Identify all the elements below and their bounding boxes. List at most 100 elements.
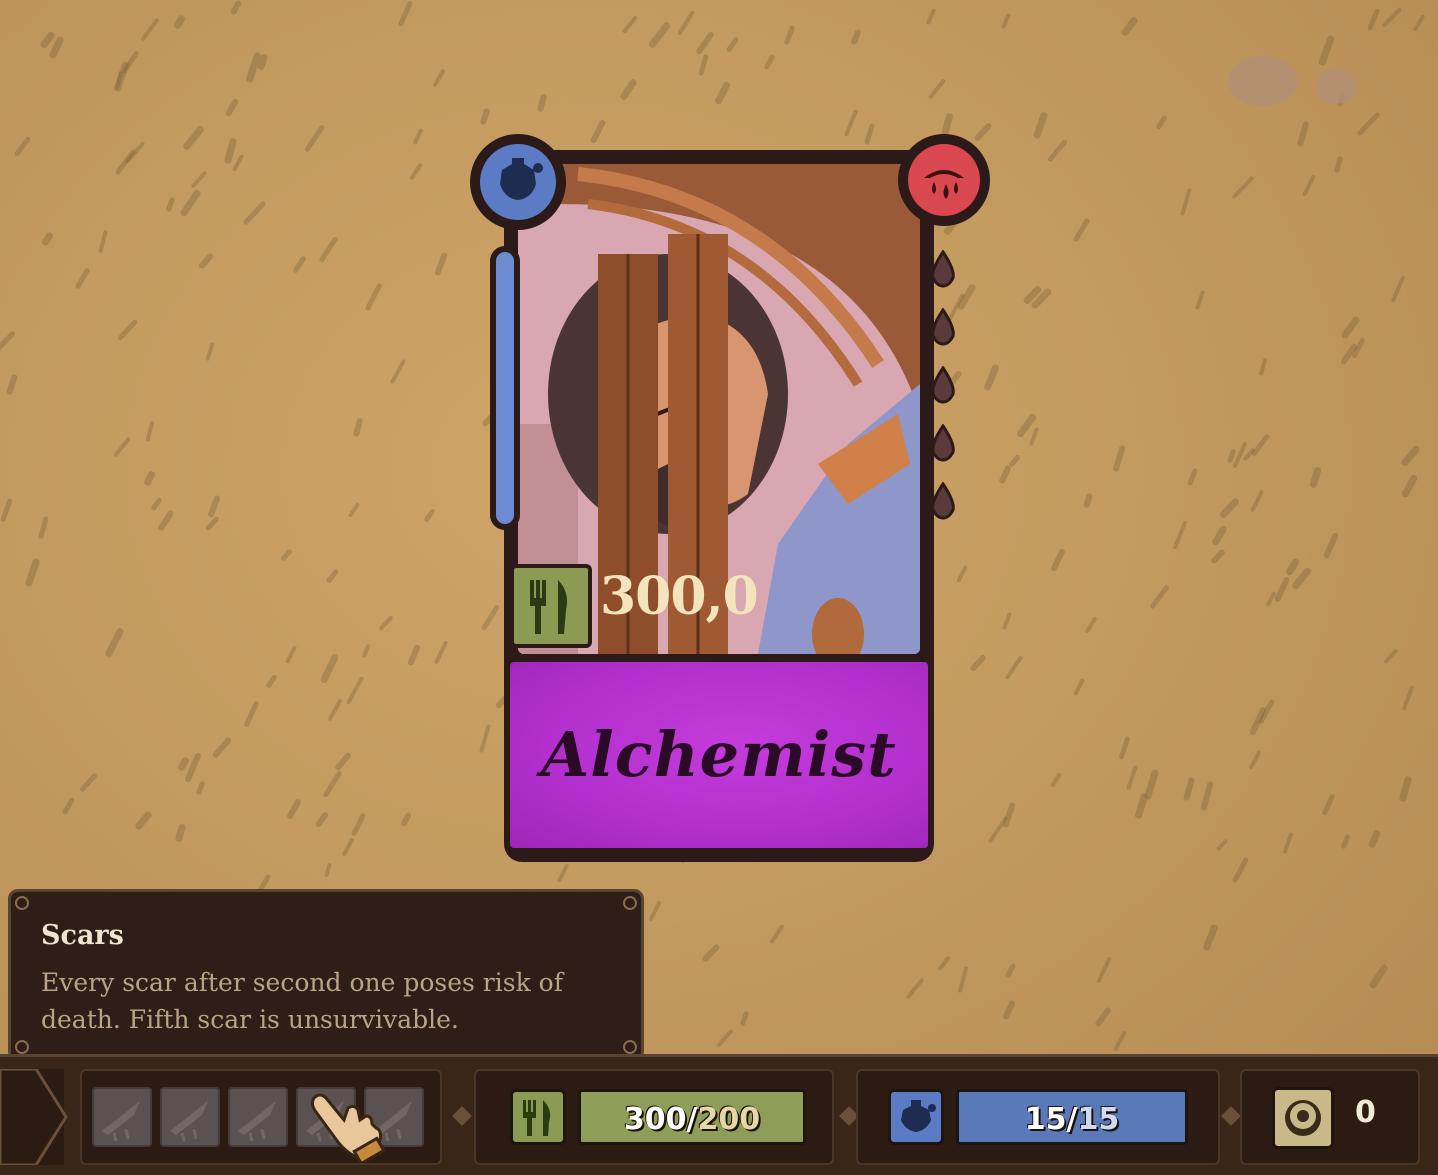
grass-stroke — [24, 557, 41, 588]
grass-stroke — [1004, 962, 1017, 979]
grass-stroke — [40, 231, 55, 247]
tooltip-corner — [15, 896, 29, 910]
scar-slot[interactable] — [228, 1087, 288, 1147]
tooltip-corner — [623, 896, 637, 910]
grass-stroke — [1194, 289, 1206, 311]
grass-stroke — [1284, 557, 1301, 577]
grass-stroke — [1113, 1030, 1127, 1052]
grass-stroke — [292, 255, 307, 274]
grass-stroke — [113, 60, 130, 93]
menu-toggle-button[interactable] — [0, 1067, 68, 1167]
grass-stroke — [322, 769, 343, 799]
grass-stroke — [1273, 575, 1291, 604]
grass-stroke — [1032, 111, 1049, 140]
grass-stroke — [243, 700, 260, 728]
grass-stroke — [1383, 648, 1399, 664]
grass-stroke — [1322, 531, 1340, 560]
grass-stroke — [1126, 764, 1138, 791]
grass-stroke — [74, 267, 91, 290]
rock — [1316, 68, 1356, 104]
grass-stroke — [1094, 1006, 1112, 1028]
blood-drop-slot — [931, 424, 955, 462]
grass-stroke — [1155, 114, 1168, 131]
grass-stroke — [863, 122, 876, 146]
grass-stroke — [769, 923, 785, 945]
grass-stroke — [1215, 838, 1229, 852]
grass-stroke — [1321, 793, 1336, 816]
grass-stroke — [1112, 444, 1126, 473]
health-flask-icon — [901, 1100, 936, 1132]
card-name: Alchemist — [541, 718, 897, 791]
grass-stroke — [725, 36, 740, 53]
grass-stroke — [1218, 496, 1241, 520]
grass-stroke — [284, 645, 298, 664]
grass-stroke — [589, 119, 607, 144]
grass-stroke — [195, 780, 206, 796]
grass-stroke — [174, 823, 187, 843]
coin-icon — [1285, 1100, 1321, 1136]
grass-stroke — [204, 515, 221, 532]
scar-slot[interactable] — [160, 1087, 220, 1147]
grass-stroke — [1143, 768, 1160, 801]
grass-stroke — [184, 752, 202, 783]
grass-stroke — [327, 698, 343, 722]
grass-stroke — [1400, 473, 1419, 499]
grass-stroke — [423, 507, 436, 524]
grass-stroke — [150, 496, 163, 512]
grass-stroke — [1366, 7, 1381, 32]
tooltip-corner — [15, 1040, 29, 1054]
grass-stroke — [98, 229, 108, 254]
grass-stroke — [713, 80, 732, 106]
grass-stroke — [1186, 467, 1199, 487]
health-icon-box — [888, 1089, 944, 1145]
grass-stroke — [397, 0, 414, 27]
grass-stroke — [361, 643, 371, 659]
tooltip-title: Scars — [41, 920, 124, 951]
grass-stroke — [333, 751, 353, 772]
grass-stroke — [928, 78, 946, 100]
grass-stroke — [224, 97, 240, 118]
grass-stroke — [0, 497, 13, 523]
health-bar-bottom: 15/15 — [956, 1089, 1188, 1145]
grass-stroke — [134, 810, 153, 831]
grass-stroke — [1368, 963, 1389, 990]
scar-slot[interactable] — [92, 1087, 152, 1147]
grass-stroke — [1182, 776, 1196, 802]
grass-stroke — [1398, 775, 1413, 803]
grass-stroke — [536, 93, 548, 113]
grass-stroke — [389, 358, 407, 385]
grass-stroke — [352, 417, 364, 438]
grass-stroke — [1309, 466, 1322, 489]
grass-stroke — [1317, 34, 1336, 67]
grass-stroke — [1390, 275, 1406, 303]
grass-stroke — [104, 627, 125, 658]
grass-stroke — [1258, 357, 1268, 377]
unit-card[interactable]: 300,0 Alchemist — [470, 134, 990, 862]
grass-stroke — [1082, 492, 1094, 509]
grass-stroke — [1367, 829, 1382, 849]
scar-icon — [238, 1101, 276, 1142]
grass-stroke — [1301, 174, 1317, 197]
grass-stroke — [479, 107, 491, 126]
food-cost-value: 300,0 — [600, 566, 759, 627]
grass-stroke — [1356, 111, 1381, 137]
grass-stroke — [38, 515, 49, 540]
grass-stroke — [1000, 12, 1012, 30]
blood-drop-slot — [931, 366, 955, 404]
blood-drop-slot — [931, 250, 955, 288]
grass-stroke — [1340, 315, 1361, 340]
grass-stroke — [116, 318, 139, 342]
grass-stroke — [242, 200, 267, 226]
grass-stroke — [1333, 155, 1344, 174]
grass-stroke — [1001, 801, 1017, 829]
grass-stroke — [695, 30, 715, 56]
grass-stroke — [211, 736, 233, 759]
grass-stroke — [968, 653, 988, 673]
grass-stroke — [61, 796, 76, 816]
grass-stroke — [1340, 833, 1351, 850]
grass-stroke — [124, 140, 146, 165]
grass-stroke — [433, 251, 449, 277]
grass-stroke — [318, 235, 339, 264]
grass-stroke — [1296, 120, 1310, 148]
grass-stroke — [285, 797, 303, 821]
